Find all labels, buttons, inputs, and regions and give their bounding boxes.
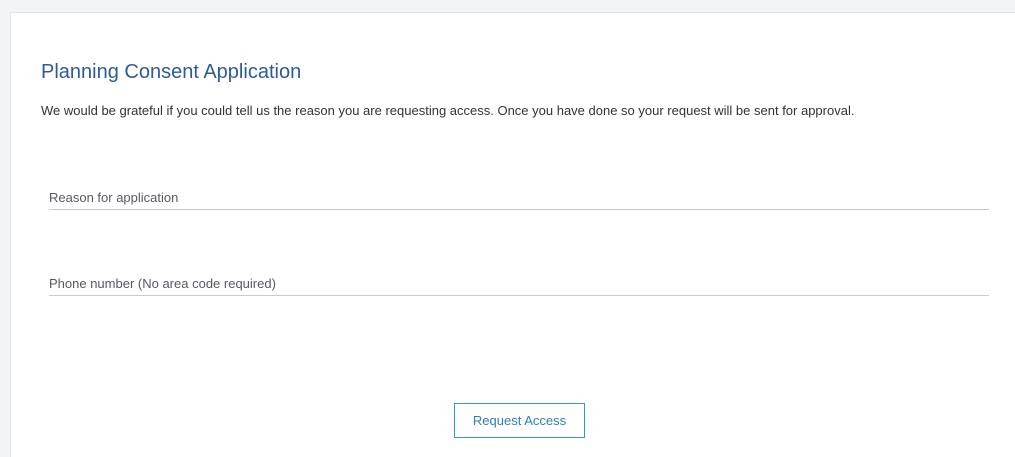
- reason-field: [49, 186, 989, 210]
- phone-field: [49, 272, 989, 296]
- request-access-button[interactable]: Request Access: [454, 403, 585, 438]
- application-card: Planning Consent Application We would be…: [10, 12, 1015, 457]
- phone-input[interactable]: [49, 272, 989, 294]
- reason-input[interactable]: [49, 186, 989, 208]
- page-title: Planning Consent Application: [41, 61, 302, 83]
- intro-text: We would be grateful if you could tell u…: [41, 103, 855, 118]
